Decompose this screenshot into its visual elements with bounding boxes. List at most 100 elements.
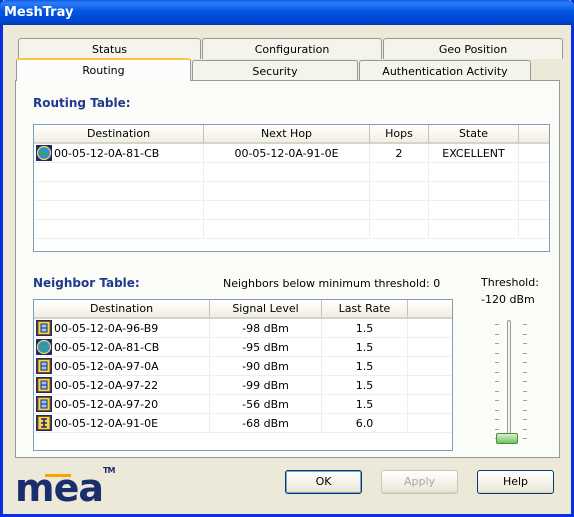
slider-tick xyxy=(523,352,527,354)
column-header-destination[interactable]: Destination xyxy=(34,125,204,144)
mea-logo: meaTM xyxy=(15,466,115,510)
destination-text: 00-05-12-0A-97-20 xyxy=(54,397,159,411)
slider-tick xyxy=(523,438,527,439)
column-header-filler xyxy=(519,125,549,144)
table-row[interactable]: 00-05-12-0A-97-22 -99 dBm 1.5 xyxy=(34,376,452,395)
slider-tick xyxy=(523,343,527,344)
routing-hops-cell: 2 xyxy=(370,144,429,162)
threshold-slider[interactable] xyxy=(483,318,543,450)
column-header-signal-level[interactable]: Signal Level xyxy=(210,300,322,319)
routing-state-cell: EXCELLENT xyxy=(429,144,519,162)
ok-button[interactable]: OK xyxy=(285,470,362,494)
routing-table-title: Routing Table: xyxy=(33,96,131,110)
slider-tick xyxy=(495,362,499,363)
device-icon xyxy=(36,396,52,412)
neighbor-filler-cell xyxy=(408,338,452,356)
slider-thumb[interactable] xyxy=(496,433,518,444)
slider-tick xyxy=(495,419,499,420)
neighbor-table-header: Destination Signal Level Last Rate xyxy=(34,300,452,319)
slider-tick xyxy=(523,390,527,392)
globe-icon xyxy=(36,145,52,161)
slider-tick xyxy=(523,381,527,382)
destination-text: 00-05-12-0A-91-0E xyxy=(54,416,159,430)
routing-filler-cell xyxy=(519,144,549,162)
neighbor-rate-cell: 1.5 xyxy=(322,395,408,413)
slider-tick xyxy=(495,390,499,392)
table-row[interactable]: 00-05-12-0A-96-B9 -98 dBm 1.5 xyxy=(34,319,452,338)
table-row-empty xyxy=(34,163,549,182)
logo-text: mea xyxy=(15,466,104,510)
slider-tick xyxy=(523,428,527,430)
neighbor-table-title: Neighbor Table: xyxy=(33,276,140,290)
neighbor-signal-cell: -95 dBm xyxy=(210,338,322,356)
neighbor-filler-cell xyxy=(408,395,452,413)
neighbor-destination-cell: 00-05-12-0A-97-20 xyxy=(34,395,210,413)
destination-text: 00-05-12-0A-97-0A xyxy=(54,359,159,373)
slider-tick xyxy=(523,371,527,373)
table-row-empty xyxy=(34,182,549,201)
window-titlebar: MeshTray xyxy=(0,0,574,25)
neighbor-signal-cell: -56 dBm xyxy=(210,395,322,413)
table-row[interactable]: 00-05-12-0A-81-CB 00-05-12-0A-91-0E 2 EX… xyxy=(34,144,549,163)
column-header-hops[interactable]: Hops xyxy=(370,125,429,144)
neighbor-destination-cell: 00-05-12-0A-96-B9 xyxy=(34,319,210,337)
neighbor-rows: 00-05-12-0A-96-B9 -98 dBm 1.5 00-05-12-0A-8… xyxy=(34,319,452,433)
neighbor-filler-cell xyxy=(408,357,452,375)
device-icon xyxy=(36,320,52,336)
network-device-icon xyxy=(36,415,52,431)
slider-tick xyxy=(523,324,527,325)
table-row-empty xyxy=(34,220,549,239)
threshold-value: -120 dBm xyxy=(481,293,535,306)
table-row-empty xyxy=(34,201,549,220)
neighbor-signal-cell: -99 dBm xyxy=(210,376,322,394)
routing-next-hop-cell: 00-05-12-0A-91-0E xyxy=(204,144,370,162)
slider-tick xyxy=(495,428,499,430)
neighbor-table[interactable]: Destination Signal Level Last Rate 00-05… xyxy=(33,299,453,451)
routing-table-header: Destination Next Hop Hops State xyxy=(34,125,549,144)
tab-security[interactable]: Security xyxy=(192,60,358,81)
help-button[interactable]: Help xyxy=(477,470,554,494)
slider-tick xyxy=(495,324,499,325)
column-header-last-rate[interactable]: Last Rate xyxy=(322,300,408,319)
device-icon xyxy=(36,377,52,393)
destination-text: 00-05-12-0A-81-CB xyxy=(54,340,160,354)
column-header-filler xyxy=(408,300,452,319)
neighbor-destination-cell: 00-05-12-0A-81-CB xyxy=(34,338,210,356)
neighbor-destination-cell: 00-05-12-0A-97-0A xyxy=(34,357,210,375)
threshold-label: Threshold: xyxy=(481,276,539,289)
table-row[interactable]: 00-05-12-0A-81-CB -95 dBm 1.5 xyxy=(34,338,452,357)
destination-text: 00-05-12-0A-97-22 xyxy=(54,378,159,392)
slider-tick xyxy=(495,352,499,354)
column-header-state[interactable]: State xyxy=(429,125,519,144)
neighbor-signal-cell: -68 dBm xyxy=(210,414,322,432)
tab-authentication-activity[interactable]: Authentication Activity xyxy=(359,60,531,81)
table-row[interactable]: 00-05-12-0A-97-0A -90 dBm 1.5 xyxy=(34,357,452,376)
tab-configuration[interactable]: Configuration xyxy=(202,38,382,59)
tab-status[interactable]: Status xyxy=(18,38,201,59)
table-row[interactable]: 00-05-12-0A-91-0E -68 dBm 6.0 xyxy=(34,414,452,433)
slider-tick xyxy=(523,333,527,335)
column-header-destination[interactable]: Destination xyxy=(34,300,210,319)
table-row[interactable]: 00-05-12-0A-97-20 -56 dBm 1.5 xyxy=(34,395,452,414)
device-icon xyxy=(36,358,52,374)
meshtray-window: MeshTray Status Configuration Geo Positi… xyxy=(0,0,574,517)
slider-tick xyxy=(495,400,499,401)
neighbor-rate-cell: 1.5 xyxy=(322,376,408,394)
neighbors-below-threshold-text: Neighbors below minimum threshold: 0 xyxy=(223,277,441,290)
routing-table[interactable]: Destination Next Hop Hops State 00-05-12… xyxy=(33,124,550,252)
slider-tick xyxy=(523,419,527,420)
neighbor-filler-cell xyxy=(408,414,452,432)
tab-geo-position[interactable]: Geo Position xyxy=(383,38,563,59)
logo-accent-bar xyxy=(45,474,71,477)
slider-tick xyxy=(495,333,499,335)
slider-tick xyxy=(495,343,499,344)
column-header-next-hop[interactable]: Next Hop xyxy=(204,125,370,144)
apply-button[interactable]: Apply xyxy=(381,470,458,494)
tab-routing[interactable]: Routing xyxy=(16,58,191,81)
slider-tick xyxy=(523,362,527,363)
slider-tick xyxy=(495,371,499,373)
neighbor-rate-cell: 6.0 xyxy=(322,414,408,432)
neighbor-filler-cell xyxy=(408,319,452,337)
globe-icon xyxy=(36,339,52,355)
slider-track xyxy=(507,320,511,444)
